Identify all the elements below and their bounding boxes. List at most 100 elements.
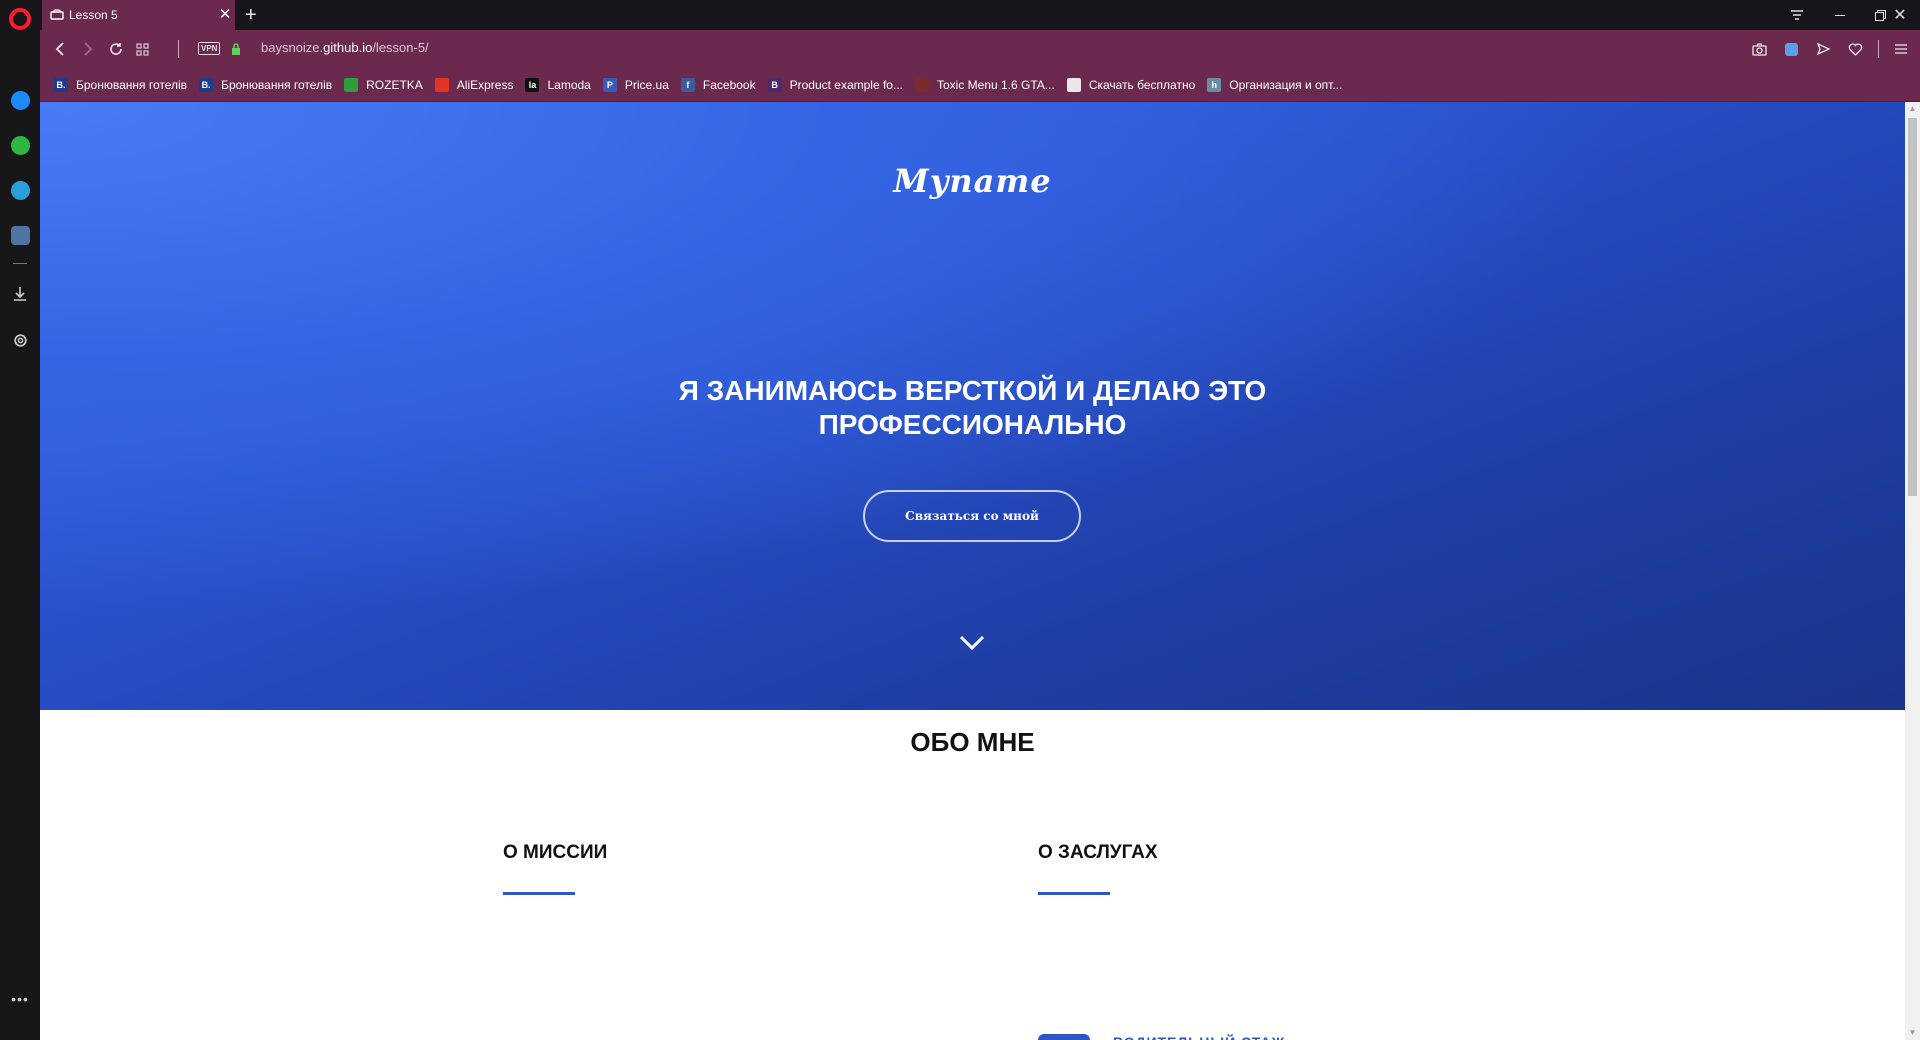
heart-icon: [1848, 42, 1862, 56]
contact-me-button[interactable]: Связаться со мной: [863, 490, 1081, 542]
opera-menu-button[interactable]: [9, 8, 31, 30]
forward-arrow-icon: [84, 42, 93, 56]
url-path: /lesson-5/: [372, 40, 429, 55]
vpn-badge[interactable]: VPN: [198, 42, 221, 55]
close-icon: ✕: [1893, 7, 1907, 24]
gear-icon: [13, 333, 27, 347]
url-field[interactable]: baysnoize.github.io/lesson-5/: [261, 40, 429, 55]
bookmark-label: Lamoda: [547, 77, 591, 92]
settings-button[interactable]: [9, 329, 31, 351]
bookmark-label: Бронювання готелів: [221, 77, 333, 92]
site-logo[interactable]: Myname: [40, 162, 1905, 200]
minimize-button[interactable]: [1820, 0, 1860, 30]
bookmark-label: Скачать бесплатно: [1088, 77, 1196, 92]
bookmark-label: Product example fo...: [789, 77, 903, 92]
bookmark-label: Facebook: [702, 77, 756, 92]
habr-icon: h: [1207, 77, 1222, 92]
bookmark-item[interactable]: B. Бронювання готелів: [54, 77, 188, 92]
aliexpress-icon: [434, 77, 449, 92]
page-scrollbar[interactable]: ▲ ▼: [1905, 102, 1920, 1040]
page-viewport: Myname Я ЗАНИМАЮСЬ ВЕРСТКОЙ И ДЕЛАЮ ЭТО …: [40, 102, 1905, 1040]
telegram-button[interactable]: [9, 179, 31, 201]
tab-menu-button[interactable]: [1777, 0, 1817, 30]
bookmark-item[interactable]: Скачать бесплатно: [1066, 77, 1196, 92]
lock-icon[interactable]: [231, 42, 241, 55]
download-icon: [14, 287, 26, 301]
bookmark-heart-button[interactable]: [1845, 39, 1865, 59]
bookmarks-bar: B. Бронювання готелів B. Бронювання готелів…: [40, 68, 1920, 102]
url-host-prefix: baysnoize.: [261, 40, 324, 55]
bookmark-item[interactable]: h Организация и опт...: [1207, 77, 1343, 92]
camera-icon: [1751, 42, 1767, 56]
lamoda-icon: la: [525, 77, 540, 92]
hero-title-line-2: ПРОФЕССИОНАЛЬНО: [818, 409, 1127, 440]
messenger-icon: [10, 90, 30, 110]
snapshot-button[interactable]: [1749, 39, 1769, 59]
send-button[interactable]: [1813, 39, 1833, 59]
grid-icon: [136, 43, 148, 55]
bookmark-item[interactable]: Toxic Menu 1.6 GTA...: [914, 77, 1055, 92]
tab-strip: Lesson 5 ✕ + ✕: [40, 0, 1920, 30]
telegram-icon: [10, 180, 30, 200]
vk-icon: [10, 225, 30, 245]
bookmark-item[interactable]: B Product example fo...: [767, 77, 903, 92]
back-arrow-icon: [55, 42, 64, 56]
back-button[interactable]: [50, 39, 70, 59]
hero-section: Myname Я ЗАНИМАЮСЬ ВЕРСТКОЙ И ДЕЛАЮ ЭТО …: [40, 102, 1905, 710]
scroll-up-arrow-icon[interactable]: ▲: [1908, 104, 1917, 114]
bookmark-label: Toxic Menu 1.6 GTA...: [936, 77, 1055, 92]
bookmark-item[interactable]: la Lamoda: [525, 77, 591, 92]
scrollbar-thumb[interactable]: [1908, 118, 1917, 496]
new-tab-button[interactable]: +: [245, 3, 257, 27]
send-icon: [1816, 42, 1830, 56]
tab-title: Lesson 5: [69, 8, 118, 22]
tab-favicon-icon: [50, 9, 64, 21]
settings-sliders-icon: [1895, 44, 1907, 54]
bookmark-item[interactable]: f Facebook: [680, 77, 756, 92]
tab-grid-button[interactable]: [132, 39, 152, 59]
booking-icon: B.: [199, 77, 214, 92]
opera-logo-icon: [9, 8, 31, 30]
tab-close-icon[interactable]: ✕: [215, 0, 235, 30]
facebook-icon: f: [680, 77, 695, 92]
tab-menu-icon: [1791, 10, 1803, 20]
url-host-main: github.io: [323, 40, 373, 55]
sidebar-more-button[interactable]: •••: [9, 988, 31, 1010]
bookmark-label: Организация и опт...: [1229, 77, 1343, 92]
close-window-button[interactable]: ✕: [1880, 0, 1920, 30]
priceua-icon: P: [602, 77, 617, 92]
chevron-down-icon[interactable]: [958, 634, 986, 652]
reload-button[interactable]: [106, 39, 126, 59]
vk-button[interactable]: [9, 224, 31, 246]
bookmark-item[interactable]: AliExpress: [434, 77, 514, 92]
toolbar-divider: [178, 40, 179, 58]
downloads-button[interactable]: [9, 283, 31, 305]
forward-button[interactable]: [78, 39, 98, 59]
bookmark-label: Price.ua: [624, 77, 669, 92]
scroll-down-arrow-icon[interactable]: ▼: [1908, 1028, 1917, 1038]
reload-icon: [110, 43, 122, 55]
shield-icon: [1784, 42, 1798, 56]
whatsapp-button[interactable]: [9, 134, 31, 156]
bookmark-label: Бронювання готелів: [76, 77, 188, 92]
booking-icon: B.: [54, 77, 68, 92]
document-icon: [1066, 77, 1081, 92]
toolbar-divider-right: [1878, 40, 1879, 58]
address-bar: VPN baysnoize.github.io/lesson-5/: [40, 30, 1920, 68]
hero-title: Я ЗАНИМАЮСЬ ВЕРСТКОЙ И ДЕЛАЮ ЭТО ПРОФЕСС…: [40, 374, 1905, 442]
messenger-button[interactable]: [9, 89, 31, 111]
tab-lesson-5[interactable]: Lesson 5 ✕: [42, 0, 235, 30]
merits-underline: [1038, 892, 1110, 895]
bootstrap-icon: B: [767, 77, 782, 92]
bookmark-item[interactable]: P Price.ua: [602, 77, 669, 92]
adblock-button[interactable]: [1781, 39, 1801, 59]
bookmark-label: ROZETKA: [366, 77, 423, 92]
bookmark-item[interactable]: B. Бронювання готелів: [199, 77, 333, 92]
about-section-title: ОБО МНЕ: [910, 727, 1035, 757]
sidebar-divider: [13, 263, 27, 264]
merits-title: О ЗАСЛУГАХ: [1038, 842, 1158, 863]
bookmark-label: AliExpress: [456, 77, 514, 92]
hero-title-line-1: Я ЗАНИМАЮСЬ ВЕРСТКОЙ И ДЕЛАЮ ЭТО: [678, 375, 1267, 406]
bookmark-item[interactable]: ROZETKA: [344, 77, 423, 92]
easy-setup-button[interactable]: [1891, 39, 1911, 59]
